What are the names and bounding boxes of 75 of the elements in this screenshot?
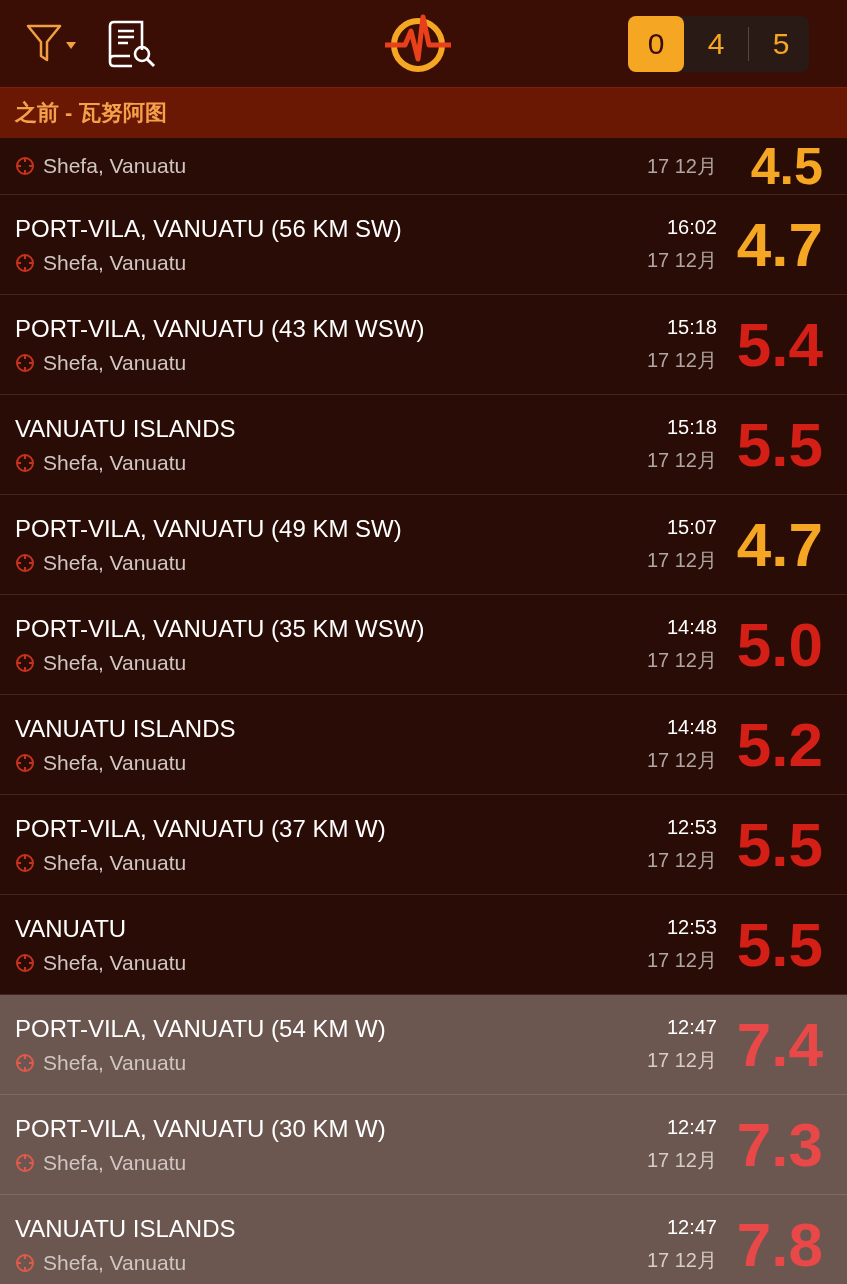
event-title: PORT-VILA, VANUATU (35 KM WSW)	[15, 614, 426, 643]
event-date: 17 12月	[646, 247, 717, 273]
event-time: 16:02	[666, 215, 717, 239]
event-region: Shefa, Vanuatu	[43, 154, 187, 178]
target-icon	[15, 952, 35, 973]
event-time: 12:47	[666, 1215, 717, 1239]
event-title: VANUATU ISLANDS	[15, 714, 237, 743]
target-icon	[15, 652, 35, 673]
event-date: 17 12月	[646, 1147, 717, 1173]
event-date: 17 12月	[646, 347, 717, 373]
magnitude: 7.4	[735, 1009, 823, 1080]
event-time: 15:18	[666, 415, 717, 439]
event-region: Shefa, Vanuatu	[43, 1150, 187, 1175]
event-time: 14:48	[666, 615, 717, 639]
section-title: 之前 - 瓦努阿图	[15, 99, 167, 127]
event-title: PORT-VILA, VANUATU (37 KM W)	[15, 814, 387, 843]
event-time: 15:18	[666, 315, 717, 339]
target-icon	[15, 352, 35, 373]
magnitude: 4.7	[735, 509, 823, 580]
event-title: VANUATU ISLANDS	[15, 1214, 237, 1243]
counter-tab[interactable]: 0	[628, 15, 684, 72]
target-icon	[15, 1152, 35, 1173]
magnitude: 5.5	[735, 409, 823, 480]
event-title: VANUATU	[15, 914, 128, 943]
magnitude: 5.5	[735, 909, 823, 980]
event-region: Shefa, Vanuatu	[43, 350, 187, 375]
event-region: Shefa, Vanuatu	[43, 250, 187, 275]
event-region: Shefa, Vanuatu	[43, 750, 187, 775]
event-title: PORT-VILA, VANUATU (43 KM WSW)	[15, 314, 426, 343]
event-region: Shefa, Vanuatu	[43, 550, 187, 575]
event-date: 17 12月	[646, 947, 717, 973]
event-date: 17 12月	[646, 547, 717, 573]
event-time: 14:48	[666, 715, 717, 739]
counter-tab[interactable]: 4	[688, 15, 744, 72]
magnitude: 7.8	[735, 1209, 823, 1280]
event-date: 17 12月	[646, 1247, 717, 1273]
event-region: Shefa, Vanuatu	[43, 650, 187, 675]
event-region: Shefa, Vanuatu	[43, 950, 187, 975]
target-icon	[15, 1252, 35, 1273]
magnitude: 5.5	[735, 809, 823, 880]
event-title: PORT-VILA, VANUATU (49 KM SW)	[15, 514, 403, 543]
event-time: 15:07	[666, 515, 717, 539]
magnitude: 7.3	[735, 1109, 823, 1180]
event-title: VANUATU ISLANDS	[15, 414, 237, 443]
event-date: 17 12月	[646, 647, 717, 673]
search-document-icon[interactable]	[106, 19, 156, 68]
event-region: Shefa, Vanuatu	[43, 1250, 187, 1275]
target-icon	[15, 452, 35, 473]
event-date: 17 12月	[646, 447, 717, 473]
event-time: 12:53	[666, 815, 717, 839]
event-title: PORT-VILA, VANUATU (54 KM W)	[15, 1014, 387, 1043]
magnitude: 4.7	[735, 209, 823, 280]
target-icon	[15, 1052, 35, 1073]
event-region: Shefa, Vanuatu	[43, 450, 187, 475]
event-time: 12:47	[666, 1115, 717, 1139]
event-time: 12:53	[666, 915, 717, 939]
magnitude: 5.4	[735, 309, 823, 380]
target-icon	[15, 752, 35, 773]
event-region: Shefa, Vanuatu	[43, 1050, 187, 1075]
event-date: 17 12月	[646, 153, 717, 179]
magnitude: 5.2	[735, 709, 823, 780]
target-icon	[15, 156, 35, 176]
event-date: 17 12月	[646, 1047, 717, 1073]
event-region: Shefa, Vanuatu	[43, 850, 187, 875]
event-title: PORT-VILA, VANUATU (30 KM W)	[15, 1114, 387, 1143]
event-time: 12:47	[666, 1015, 717, 1039]
target-icon	[15, 852, 35, 873]
target-icon	[15, 552, 35, 573]
magnitude: 5.0	[735, 609, 823, 680]
event-date: 17 12月	[646, 847, 717, 873]
magnitude: 4.5	[749, 136, 823, 196]
event-date: 17 12月	[646, 747, 717, 773]
counter-tab[interactable]: 5	[753, 15, 809, 72]
event-title: PORT-VILA, VANUATU (56 KM SW)	[15, 214, 403, 243]
target-icon	[15, 252, 35, 273]
